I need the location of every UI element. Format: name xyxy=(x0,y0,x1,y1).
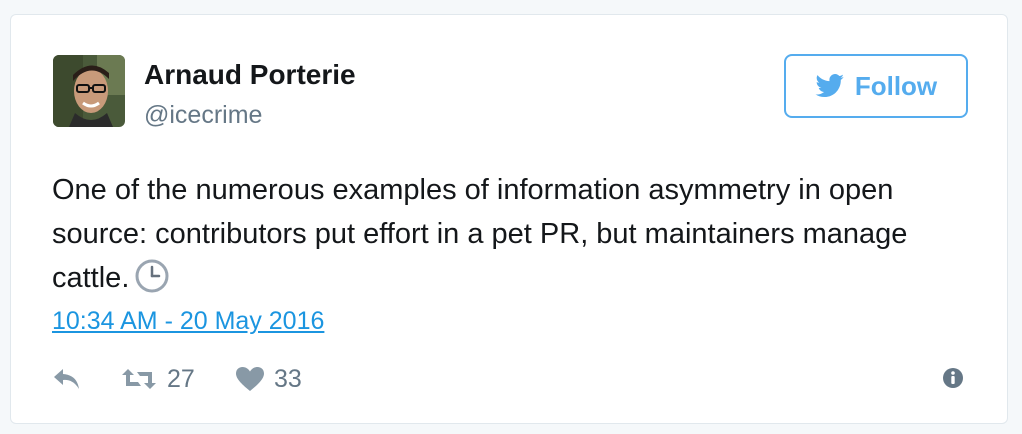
avatar-image xyxy=(53,55,125,127)
like-count: 33 xyxy=(274,364,302,393)
tweet-card: Arnaud Porterie @icecrime Follow One of … xyxy=(10,14,1008,424)
tweet-text-container: One of the numerous examples of informat… xyxy=(52,168,972,306)
follow-button-label: Follow xyxy=(854,70,938,101)
follow-button[interactable]: Follow xyxy=(784,54,968,118)
retweet-icon xyxy=(122,369,156,389)
retweet-count: 27 xyxy=(167,364,195,393)
reply-button[interactable] xyxy=(51,366,121,392)
info-icon xyxy=(943,368,963,388)
info-button[interactable] xyxy=(942,367,964,389)
like-button[interactable]: 33 xyxy=(235,365,302,394)
tweet-text: One of the numerous examples of informat… xyxy=(52,174,908,294)
retweet-button[interactable]: 27 xyxy=(121,365,235,394)
heart-icon xyxy=(236,367,264,391)
tweet-actions: 27 33 xyxy=(51,363,302,395)
avatar[interactable] xyxy=(53,55,125,127)
reply-icon xyxy=(54,369,79,389)
author-name[interactable]: Arnaud Porterie xyxy=(144,59,356,91)
clock-emoji-icon xyxy=(135,259,169,306)
author-handle[interactable]: @icecrime xyxy=(144,101,262,130)
tweet-timestamp-link[interactable]: 10:34 AM - 20 May 2016 xyxy=(52,307,324,336)
twitter-bird-icon xyxy=(815,74,844,98)
